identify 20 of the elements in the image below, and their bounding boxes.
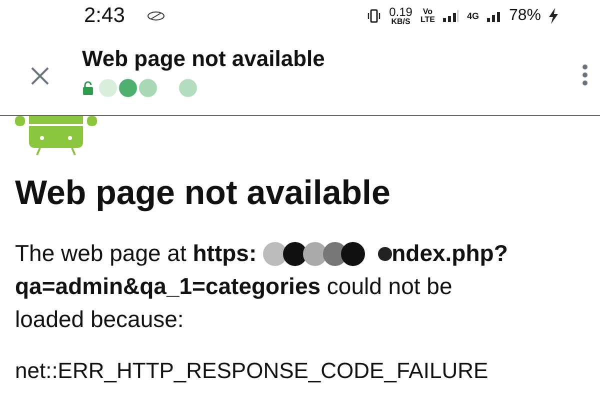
menu-icon[interactable]: [582, 64, 588, 86]
lte-label: LTE: [420, 16, 435, 24]
android-icon: [15, 116, 97, 156]
battery-percent: 78%: [508, 7, 541, 25]
page-title: Web page not available: [82, 46, 326, 72]
error-code: net::ERR_HTTP_RESPONSE_CODE_FAILURE: [15, 358, 490, 384]
close-icon[interactable]: [30, 66, 50, 86]
clock-time: 2:43: [84, 4, 125, 28]
signal-icon: [486, 10, 501, 22]
signal-icon: [442, 10, 459, 22]
error-heading: Web page not available: [15, 174, 392, 213]
vibrate-icon: [367, 9, 382, 23]
app-logo-icon: [146, 10, 165, 22]
network-type: 4G: [466, 11, 479, 21]
error-message: The web page at https:: [15, 239, 257, 268]
speed-value: 0.19: [389, 6, 412, 18]
volte-label: Vo: [422, 8, 433, 16]
speed-unit: KB/S: [391, 18, 410, 26]
error-message: qa=admin&qa_1=categories could not be loaded because:: [15, 272, 454, 334]
url-text: ndex.php?: [392, 239, 508, 268]
